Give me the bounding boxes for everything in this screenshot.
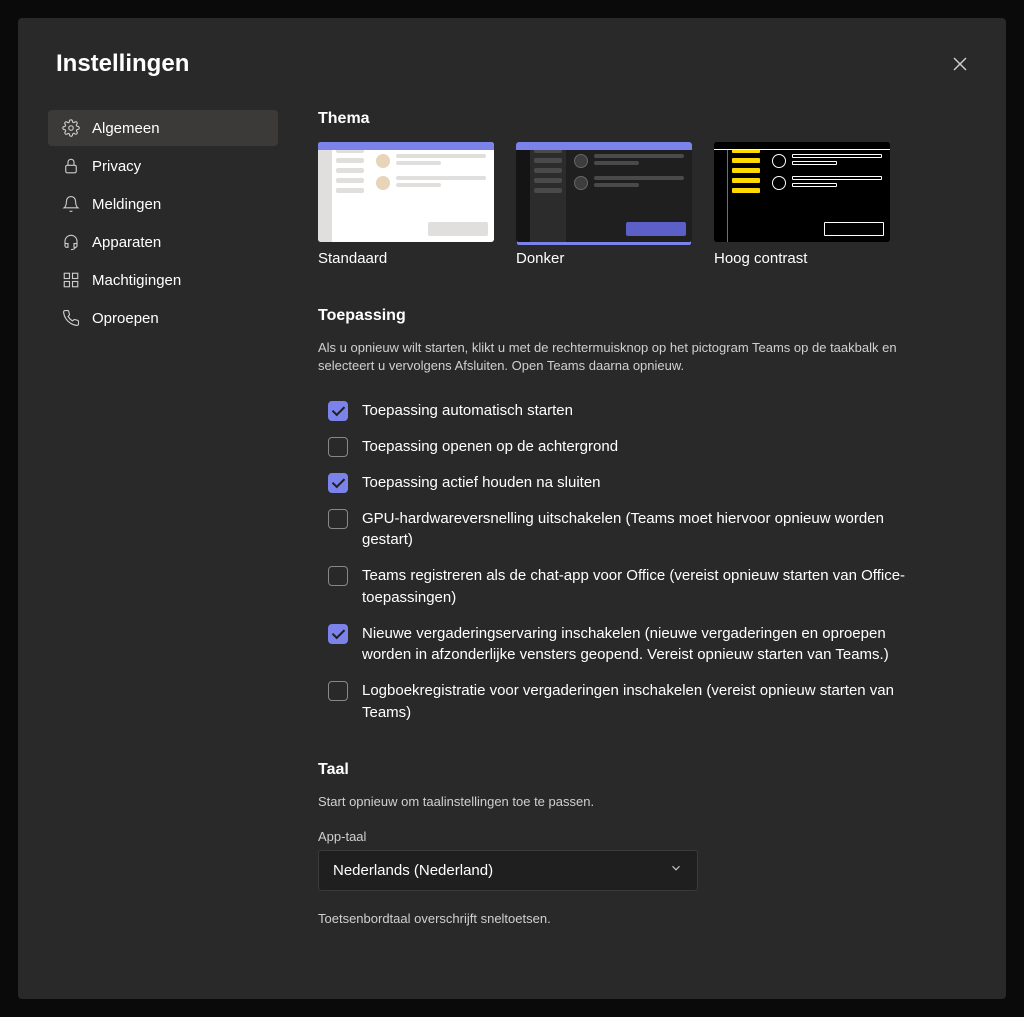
sidebar-item-label: Oproepen	[92, 310, 159, 327]
theme-label: Donker	[516, 250, 692, 267]
app-language-label: App-taal	[318, 829, 966, 844]
theme-option-standard[interactable]: Standaard	[318, 142, 494, 267]
sidebar-item-general[interactable]: Algemeen	[48, 110, 278, 146]
check-row-meeting-logging: Logboekregistratie voor vergaderingen in…	[318, 673, 966, 731]
checkbox-label: Toepassing automatisch starten	[362, 400, 573, 422]
keyboard-language-hint: Toetsenbordtaal overschrijft sneltoetsen…	[318, 911, 966, 926]
theme-option-dark[interactable]: Donker	[516, 142, 692, 267]
sidebar-item-label: Algemeen	[92, 120, 160, 137]
sidebar: Algemeen Privacy Meldingen Apparaten	[48, 110, 278, 967]
sidebar-item-label: Machtigingen	[92, 272, 181, 289]
sidebar-item-devices[interactable]: Apparaten	[48, 224, 278, 260]
checkbox-label: GPU-hardwareversnelling uitschakelen (Te…	[362, 508, 922, 552]
sidebar-item-permissions[interactable]: Machtigingen	[48, 262, 278, 298]
theme-section-title: Thema	[318, 110, 966, 128]
sidebar-item-notifications[interactable]: Meldingen	[48, 186, 278, 222]
application-section-title: Toepassing	[318, 307, 966, 325]
dialog-title: Instellingen	[48, 50, 189, 78]
check-row-open-background: Toepassing openen op de achtergrond	[318, 429, 966, 465]
check-row-keep-running: Toepassing actief houden na sluiten	[318, 465, 966, 501]
sidebar-item-label: Apparaten	[92, 234, 161, 251]
sidebar-item-privacy[interactable]: Privacy	[48, 148, 278, 184]
headset-icon	[62, 233, 80, 251]
theme-preview-high-contrast	[714, 142, 890, 242]
close-button[interactable]	[944, 50, 976, 82]
content-panel: Thema Standaard	[318, 110, 976, 967]
checkbox-label: Toepassing actief houden na sluiten	[362, 472, 601, 494]
check-row-register-chat-app: Teams registreren als de chat-app voor O…	[318, 558, 966, 616]
theme-options: Standaard Donker	[318, 142, 966, 267]
theme-label: Standaard	[318, 250, 494, 267]
chevron-down-icon	[669, 861, 683, 880]
application-section-desc: Als u opnieuw wilt starten, klikt u met …	[318, 339, 918, 375]
checkbox-label: Toepassing openen op de achtergrond	[362, 436, 618, 458]
theme-label: Hoog contrast	[714, 250, 890, 267]
checkbox-label: Teams registreren als de chat-app voor O…	[362, 565, 922, 609]
app-language-select[interactable]: Nederlands (Nederland)	[318, 850, 698, 891]
check-row-new-meeting-experience: Nieuwe vergaderingservaring inschakelen …	[318, 616, 966, 674]
theme-preview-standard	[318, 142, 494, 242]
sidebar-item-label: Privacy	[92, 158, 141, 175]
check-row-disable-gpu: GPU-hardwareversnelling uitschakelen (Te…	[318, 501, 966, 559]
bell-icon	[62, 195, 80, 213]
checkbox-label: Logboekregistratie voor vergaderingen in…	[362, 680, 922, 724]
application-checklist: Toepassing automatisch starten Toepassin…	[318, 393, 966, 730]
checkbox-autostart[interactable]	[328, 401, 348, 421]
language-section-title: Taal	[318, 761, 966, 779]
gear-icon	[62, 119, 80, 137]
checkbox-open-background[interactable]	[328, 437, 348, 457]
theme-preview-dark	[516, 142, 692, 242]
checkbox-meeting-logging[interactable]	[328, 681, 348, 701]
grid-icon	[62, 271, 80, 289]
checkbox-label: Nieuwe vergaderingservaring inschakelen …	[362, 623, 922, 667]
language-section-desc: Start opnieuw om taalinstellingen toe te…	[318, 793, 918, 811]
dialog-header: Instellingen	[48, 50, 976, 82]
checkbox-new-meeting-experience[interactable]	[328, 624, 348, 644]
close-icon	[953, 57, 967, 76]
checkbox-disable-gpu[interactable]	[328, 509, 348, 529]
phone-icon	[62, 309, 80, 327]
check-row-autostart: Toepassing automatisch starten	[318, 393, 966, 429]
checkbox-keep-running[interactable]	[328, 473, 348, 493]
lock-icon	[62, 157, 80, 175]
dialog-body: Algemeen Privacy Meldingen Apparaten	[48, 110, 976, 967]
sidebar-item-label: Meldingen	[92, 196, 161, 213]
settings-dialog: Instellingen Algemeen Privacy	[18, 18, 1006, 999]
theme-option-high-contrast[interactable]: Hoog contrast	[714, 142, 890, 267]
sidebar-item-calls[interactable]: Oproepen	[48, 300, 278, 336]
app-language-value: Nederlands (Nederland)	[333, 862, 493, 879]
checkbox-register-chat-app[interactable]	[328, 566, 348, 586]
